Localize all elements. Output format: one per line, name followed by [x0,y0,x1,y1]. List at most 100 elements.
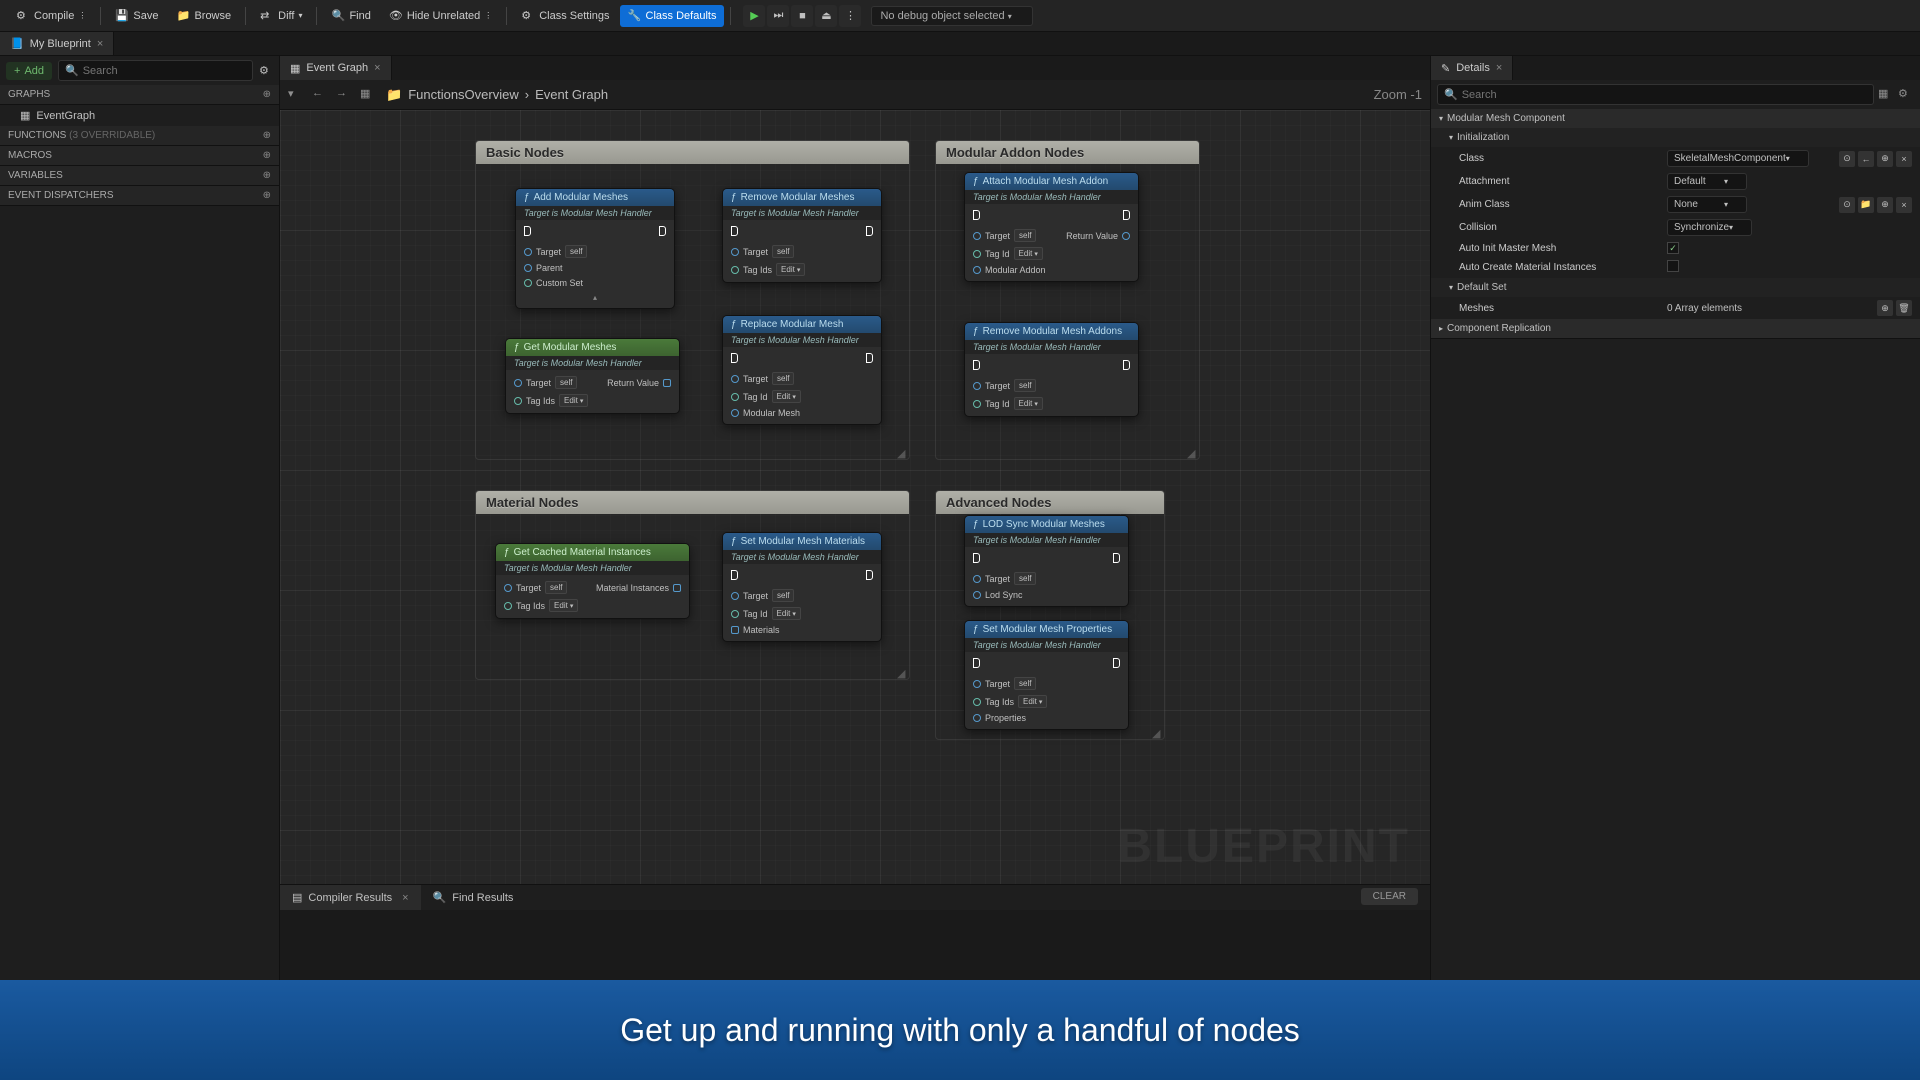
exec-in-pin[interactable] [731,226,738,236]
resize-handle[interactable]: ◢ [897,447,907,457]
target-pin[interactable]: Targetself [504,581,567,594]
section-default-set[interactable]: ▾Default Set [1431,278,1920,297]
node-header[interactable]: ƒLOD Sync Modular Meshes [965,516,1128,533]
exec-out-pin[interactable] [866,353,873,363]
node-header[interactable]: ƒReplace Modular Mesh [723,316,881,333]
section-graphs[interactable]: GRAPHS⊕ [0,85,279,105]
lodsync-pin[interactable]: Lod Sync [973,590,1120,600]
tagid-pin[interactable]: Tag IdEdit▾ [731,390,873,403]
clear-icon[interactable]: × [1896,197,1912,213]
find-button[interactable]: 🔍Find [323,5,378,27]
breadcrumb-parent[interactable]: FunctionsOverview [408,87,519,102]
eject-button[interactable]: ⏏ [815,5,837,27]
stop-button[interactable]: ■ [791,5,813,27]
section-component-replication[interactable]: ▸Component Replication [1431,319,1920,338]
node-header[interactable]: ƒGet Cached Material Instances [496,544,689,561]
target-pin[interactable]: Targetself [731,245,873,258]
dropdown-icon[interactable]: ▾ [288,87,304,103]
add-dispatcher-icon[interactable]: ⊕ [263,190,271,201]
clear-array-icon[interactable]: 🗑 [1896,300,1912,316]
tab-my-blueprint[interactable]: 📘 My Blueprint × [0,32,114,55]
exec-out-pin[interactable] [659,226,666,236]
eventgraph-item[interactable]: ▦EventGraph [0,105,279,126]
close-icon[interactable]: × [1496,62,1502,74]
target-pin[interactable]: Targetself [973,379,1130,392]
blueprint-search[interactable]: 🔍 [58,60,253,81]
exec-out-pin[interactable] [1113,658,1120,668]
play-button[interactable]: ▶ [743,5,765,27]
class-dropdown[interactable]: SkeletalMeshComponent▾ [1667,150,1809,167]
tagids-pin[interactable]: Tag IdsEdit▾ [504,599,681,612]
properties-pin[interactable]: Properties [973,713,1120,723]
folder-icon[interactable]: 📁 [1858,197,1874,213]
details-search[interactable]: 🔍 [1437,84,1874,105]
diff-button[interactable]: ⇄Diff▾ [252,5,310,27]
return-pin[interactable]: Return Value [1066,229,1130,242]
tab-event-graph[interactable]: ▦ Event Graph × [280,56,392,80]
node-get-modular-meshes[interactable]: ƒGet Modular Meshes Target is Modular Me… [505,338,680,414]
close-icon[interactable]: × [97,38,103,50]
materials-out-pin[interactable]: Material Instances [596,581,681,594]
node-header[interactable]: ƒRemove Modular Meshes [723,189,881,206]
exec-in-pin[interactable] [973,553,980,563]
resize-handle[interactable]: ◢ [1152,727,1162,737]
close-icon[interactable]: × [374,62,380,74]
step-button[interactable]: ⏭ [767,5,789,27]
exec-out-pin[interactable] [1123,210,1130,220]
tab-details[interactable]: ✎ Details × [1431,56,1513,80]
node-header[interactable]: ƒAttach Modular Mesh Addon [965,173,1138,190]
section-variables[interactable]: VARIABLES⊕ [0,166,279,186]
add-icon[interactable]: ⊕ [1877,197,1893,213]
exec-in-pin[interactable] [524,226,531,236]
grid-icon[interactable]: ▦ [360,87,376,103]
settings-icon[interactable]: ⚙ [259,64,273,78]
section-dispatchers[interactable]: EVENT DISPATCHERS⊕ [0,186,279,206]
tagid-pin[interactable]: Tag IdEdit▾ [973,397,1130,410]
node-header[interactable]: ƒSet Modular Mesh Materials [723,533,881,550]
back-icon[interactable]: ← [312,87,328,103]
group-header[interactable]: Modular Addon Nodes [936,141,1199,164]
autoinit-checkbox[interactable] [1667,242,1679,254]
target-pin[interactable]: Targetself [731,372,873,385]
clear-button[interactable]: CLEAR [1361,888,1418,905]
node-add-modular-meshes[interactable]: ƒAdd Modular Meshes Target is Modular Me… [515,188,675,309]
add-graph-icon[interactable]: ⊕ [263,89,271,100]
search-input[interactable] [83,65,246,77]
graph-canvas[interactable]: BLUEPRINT Basic Nodes ◢ Modular Addon No… [280,110,1430,884]
node-set-properties[interactable]: ƒSet Modular Mesh Properties Target is M… [964,620,1129,730]
tagid-pin[interactable]: Tag IdEdit▾ [973,247,1130,260]
class-settings-button[interactable]: ⚙Class Settings [513,5,617,27]
node-lod-sync[interactable]: ƒLOD Sync Modular Meshes Target is Modul… [964,515,1129,607]
exec-out-pin[interactable] [866,570,873,580]
close-icon[interactable]: × [402,892,408,904]
expand-icon[interactable]: ▴ [524,293,666,302]
node-header[interactable]: ƒSet Modular Mesh Properties [965,621,1128,638]
target-pin[interactable]: Targetself [731,589,873,602]
node-remove-modular-meshes[interactable]: ƒRemove Modular Meshes Target is Modular… [722,188,882,283]
tagids-pin[interactable]: Tag IdsEdit▾ [731,263,873,276]
attachment-dropdown[interactable]: Default▾ [1667,173,1747,190]
autocreate-checkbox[interactable] [1667,260,1679,272]
add-function-icon[interactable]: ⊕ [263,130,271,141]
target-pin[interactable]: Targetself [973,677,1120,690]
group-header[interactable]: Material Nodes [476,491,909,514]
use-icon[interactable]: ← [1858,151,1874,167]
parent-pin[interactable]: Parent [524,263,666,273]
details-search-input[interactable] [1462,89,1867,101]
exec-out-pin[interactable] [866,226,873,236]
resize-handle[interactable]: ◢ [1187,447,1197,457]
materials-pin[interactable]: Materials [731,625,873,635]
browse-button[interactable]: 📁Browse [168,5,239,27]
tagids-pin[interactable]: Tag IdsEdit▾ [514,394,671,407]
node-attach-addon[interactable]: ƒAttach Modular Mesh Addon Target is Mod… [964,172,1139,282]
modularaddon-pin[interactable]: Modular Addon [973,265,1130,275]
clear-icon[interactable]: × [1896,151,1912,167]
settings-icon[interactable]: ⚙ [1898,87,1914,103]
tab-compiler-results[interactable]: ▤Compiler Results× [280,885,421,910]
play-options-button[interactable]: ⋮ [839,5,861,27]
class-defaults-button[interactable]: 🔧Class Defaults [620,5,725,27]
forward-icon[interactable]: → [336,87,352,103]
exec-in-pin[interactable] [731,353,738,363]
add-variable-icon[interactable]: ⊕ [263,170,271,181]
debug-object-select[interactable]: No debug object selected ▾ [871,6,1032,26]
